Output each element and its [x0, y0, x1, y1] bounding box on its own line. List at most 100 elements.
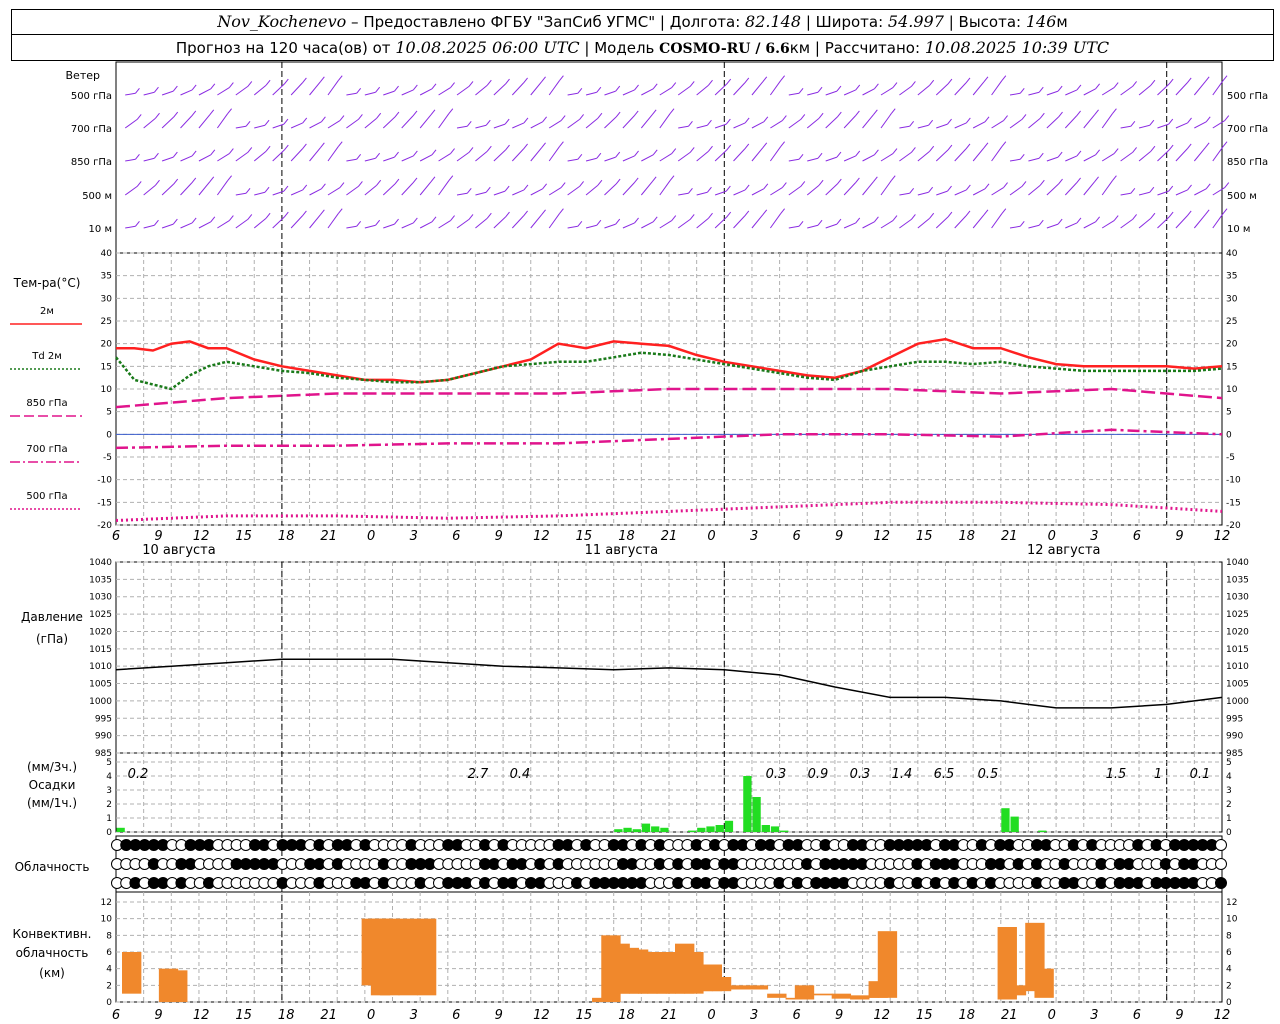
- temp-ytick-right: 35: [1226, 272, 1237, 282]
- precip-bar: [743, 776, 752, 832]
- precip-bar: [752, 797, 761, 832]
- wind-barb-flag: [928, 186, 934, 193]
- precip-ytick-right: 4: [1226, 772, 1232, 782]
- wind-barb-flag: [376, 112, 382, 119]
- wind-barb: [124, 185, 138, 196]
- pressure-ytick-right: 995: [1226, 714, 1243, 724]
- precip-ytick-right: 3: [1226, 786, 1232, 796]
- wind-barb-flag: [890, 175, 896, 182]
- wind-barb-flag: [780, 208, 786, 215]
- precip-bar: [715, 825, 724, 832]
- conv-bar: [380, 918, 400, 996]
- wind-barb-flag: [1187, 117, 1192, 124]
- temp-ytick-right: 10: [1226, 385, 1238, 395]
- wind-barb: [161, 90, 174, 96]
- wind-barb-flag: [412, 150, 418, 157]
- wind-barb: [254, 191, 266, 196]
- wind-barb: [1083, 154, 1096, 162]
- wind-barb-flag: [228, 148, 234, 154]
- wind-barb: [456, 151, 470, 162]
- wind-barb: [1175, 215, 1188, 229]
- wind-barb-flag: [468, 81, 474, 87]
- conv-bar: [1034, 968, 1054, 998]
- wind-barb-flag: [337, 141, 343, 148]
- wind-barb: [1120, 192, 1131, 196]
- wind-barb: [733, 215, 746, 229]
- conv-ytick: 4: [106, 965, 112, 975]
- conv-title-2: облачность: [16, 946, 89, 960]
- hour-tick-label: 21: [1001, 529, 1018, 544]
- wind-barb: [807, 157, 819, 162]
- pressure-ytick: 990: [95, 732, 112, 742]
- wind-barb: [1175, 82, 1188, 96]
- conv-title-1: Конвективн.: [13, 927, 92, 941]
- wind-barb: [1065, 89, 1078, 96]
- wind-barb: [659, 180, 671, 196]
- wind-barb: [511, 215, 524, 229]
- pressure-ytick: 1010: [89, 662, 112, 672]
- pressure-ytick: 1000: [89, 697, 112, 707]
- wind-barb: [309, 147, 321, 162]
- wind-barb: [1101, 180, 1113, 196]
- wind-barb: [1157, 83, 1170, 96]
- wind-barb-flag: [1076, 110, 1081, 117]
- wind-barb-flag: [744, 117, 750, 124]
- temp-ytick: 40: [101, 249, 113, 259]
- wind-barb: [180, 115, 193, 129]
- hour-tick-label: 3: [750, 529, 758, 544]
- temp-ytick: -15: [97, 498, 112, 508]
- hour-tick-label: 15: [235, 529, 252, 544]
- wind-barb: [419, 88, 433, 96]
- wind-barb-flag: [763, 183, 769, 190]
- wind-barb: [640, 114, 653, 129]
- wind-barb: [935, 83, 949, 96]
- wind-barb: [770, 187, 783, 196]
- wind-barb: [290, 189, 303, 196]
- wind-barb: [419, 181, 432, 196]
- wind-barb: [806, 184, 820, 196]
- hour-tick-label: 6: [452, 529, 460, 544]
- wind-barb: [1175, 189, 1188, 196]
- wind-level-label: 10 м: [89, 224, 112, 235]
- conv-bar: [168, 970, 188, 1002]
- wind-barb: [843, 182, 856, 196]
- wind-barb: [604, 116, 617, 129]
- wind-barb-flag: [929, 212, 935, 219]
- wind-barb: [1120, 125, 1131, 129]
- wind-barb: [1175, 148, 1188, 162]
- wind-barb: [1028, 224, 1040, 229]
- wind-barb: [935, 216, 949, 229]
- wind-barb: [235, 85, 249, 96]
- wind-barb-flag: [596, 219, 602, 226]
- wind-barb: [198, 154, 212, 162]
- wind-barb-flag: [707, 119, 712, 126]
- wind-barb: [125, 92, 136, 96]
- hour-tick-label: 6: [112, 529, 120, 544]
- wind-barb-flag: [596, 86, 602, 93]
- wind-barb-flag: [836, 151, 842, 158]
- wind-barb-flag: [615, 178, 621, 185]
- wind-barb-flag: [358, 181, 363, 187]
- wind-barb: [954, 215, 967, 229]
- wind-barb: [641, 88, 654, 96]
- wind-barb: [769, 213, 782, 229]
- day-label: 12 августа: [1027, 543, 1101, 558]
- conv-bar: [416, 918, 437, 996]
- hour-tick-label: 3: [1090, 529, 1098, 544]
- precip-total-label: 6.5: [934, 767, 955, 782]
- wind-barb: [327, 120, 341, 129]
- wind-barb-flag: [1204, 142, 1210, 149]
- wind-barb: [512, 122, 525, 129]
- wind-barb-flag: [615, 111, 621, 118]
- wind-barb-flag: [818, 112, 824, 119]
- wind-barb-flag: [762, 76, 768, 83]
- precip-total-label: 2.7: [468, 767, 489, 782]
- wind-barb: [235, 218, 249, 229]
- wind-barb-flag: [523, 77, 528, 84]
- wind-barb-flag: [1168, 78, 1174, 85]
- wind-barb: [954, 148, 967, 162]
- wind-barb: [1212, 80, 1224, 96]
- wind-barb-flag: [725, 185, 731, 192]
- wind-barb: [419, 114, 432, 129]
- wind-barb: [475, 150, 488, 162]
